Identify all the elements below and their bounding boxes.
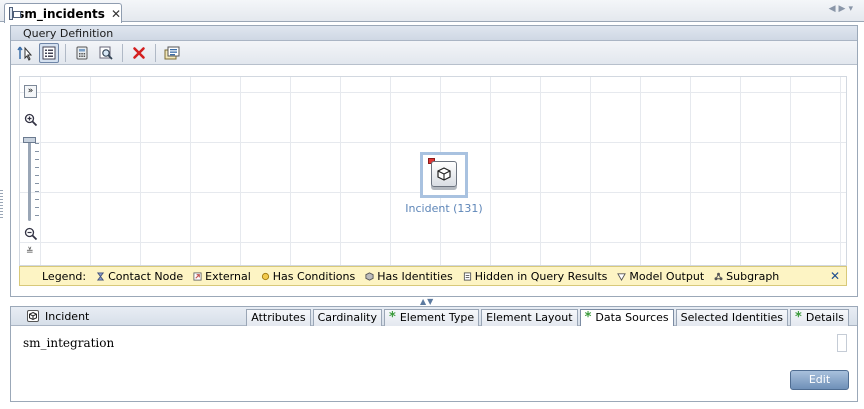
zoom-controls: » ≚	[23, 85, 42, 261]
find-button[interactable]	[96, 43, 116, 63]
node-cube-icon	[431, 161, 457, 187]
legend-item-has-conditions: Has Conditions	[261, 270, 355, 283]
editor-tab-strip: sm_incidents ✕ ◀▶▾	[0, 0, 864, 23]
legend-title: Legend:	[42, 269, 87, 283]
legend-item-contact-node: Contact Node	[96, 270, 183, 283]
select-pointer-button[interactable]	[15, 43, 35, 63]
calculator-icon	[76, 46, 88, 59]
scroll-spinner[interactable]	[837, 334, 847, 352]
tab-element-type[interactable]: * Element Type	[384, 309, 480, 326]
query-canvas[interactable]: » ≚ Incident (131)	[19, 76, 847, 266]
toolbar-separator	[65, 43, 66, 62]
delete-button[interactable]	[129, 43, 149, 63]
tab-data-sources[interactable]: * Data Sources	[579, 309, 674, 326]
tab-element-layout[interactable]: Element Layout	[481, 309, 578, 326]
data-source-value: sm_integration	[23, 336, 115, 350]
has-conditions-icon	[261, 272, 269, 280]
tab-cardinality[interactable]: Cardinality	[312, 309, 382, 326]
properties-icon	[164, 46, 180, 59]
close-tab-icon[interactable]: ✕	[111, 7, 121, 21]
zoom-in-icon	[24, 113, 38, 127]
legend-bar: Legend: Contact Node External Has Condit…	[19, 266, 847, 286]
hidden-icon	[463, 271, 471, 281]
has-identities-icon	[365, 271, 374, 281]
tab-selected-identities[interactable]: Selected Identities	[675, 309, 789, 326]
delete-icon	[133, 46, 145, 59]
element-details-panel: Incident Attributes Cardinality * Element…	[10, 306, 858, 402]
element-details-header: Incident Attributes Cardinality * Element…	[11, 307, 857, 326]
toolbar-separator	[122, 43, 123, 62]
query-definition-header: Query Definition	[11, 26, 857, 41]
zoom-slider-thumb[interactable]	[23, 137, 36, 143]
external-icon	[193, 271, 202, 281]
details-tab-bar: Attributes Cardinality * Element Type Ele…	[246, 309, 849, 326]
element-cube-icon	[27, 310, 39, 322]
select-pointer-icon	[17, 46, 33, 61]
panel-splitter-arrows[interactable]: ▲▼	[420, 297, 434, 306]
query-node-incident[interactable]	[420, 152, 468, 198]
model-output-icon	[617, 272, 627, 281]
legend-item-external: External	[193, 270, 251, 283]
tab-sm-incidents[interactable]: sm_incidents ✕	[4, 3, 122, 23]
query-definition-panel: Query Definition » ≚ Incident (131) Lege…	[10, 25, 858, 297]
toolbar-separator	[155, 43, 156, 62]
zoom-in-button[interactable]	[24, 113, 38, 127]
zoom-out-icon	[24, 227, 38, 241]
zoom-slider-track[interactable]	[28, 139, 31, 221]
modified-star-icon: *	[389, 310, 396, 325]
zoom-slider-ticks	[35, 143, 39, 221]
contact-node-icon	[97, 271, 105, 281]
modified-star-icon: *	[584, 310, 592, 325]
query-tab-icon	[9, 7, 22, 20]
legend-item-model-output: Model Output	[617, 270, 704, 283]
properties-button[interactable]	[162, 43, 182, 63]
tab-title: sm_incidents	[17, 6, 105, 21]
left-resize-grip[interactable]	[0, 190, 3, 220]
data-sources-content: sm_integration	[11, 326, 857, 401]
calculator-button[interactable]	[72, 43, 92, 63]
edit-button[interactable]: Edit	[790, 370, 849, 390]
list-view-button[interactable]	[39, 42, 59, 63]
collapse-chevron-icon[interactable]: ≚	[26, 247, 34, 257]
tab-details[interactable]: * Details	[790, 309, 849, 326]
find-icon	[99, 46, 113, 60]
zoom-out-button[interactable]	[24, 227, 38, 241]
query-toolbar	[11, 41, 857, 65]
tab-attributes[interactable]: Attributes	[246, 309, 311, 326]
expand-panel-button[interactable]: »	[24, 85, 37, 98]
modified-star-icon: *	[795, 310, 802, 325]
legend-item-subgraph: Subgraph	[714, 270, 779, 283]
subgraph-icon	[714, 272, 723, 280]
list-view-icon	[42, 46, 56, 59]
tab-navigation-arrows[interactable]: ◀▶▾	[829, 4, 856, 14]
node-label[interactable]: Incident (131)	[394, 202, 494, 215]
element-name: Incident	[45, 310, 90, 323]
legend-item-hidden: Hidden in Query Results	[463, 270, 607, 283]
legend-item-has-identities: Has Identities	[365, 270, 453, 283]
legend-close-icon[interactable]: ✕	[830, 269, 840, 283]
